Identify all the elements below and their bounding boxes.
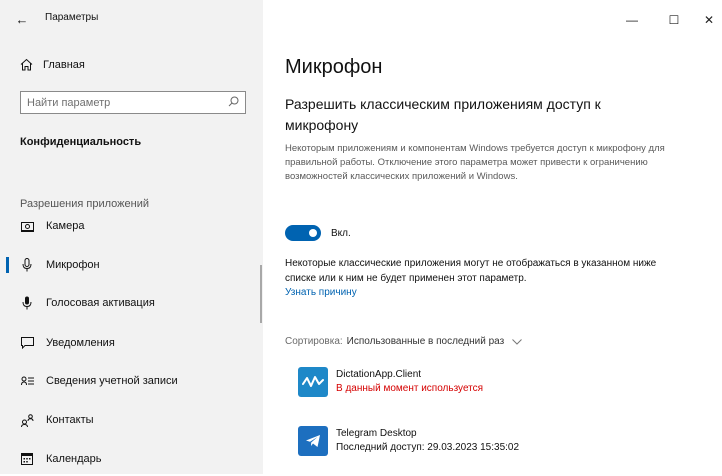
sidebar-item-label: Микрофон bbox=[46, 259, 100, 271]
close-button[interactable]: ✕ bbox=[694, 10, 722, 30]
telegram-icon bbox=[298, 426, 328, 456]
minimize-button[interactable]: — bbox=[617, 10, 647, 30]
page-title: Микрофон bbox=[285, 56, 383, 78]
chevron-down-icon bbox=[512, 337, 523, 347]
search-icon bbox=[228, 96, 239, 110]
microphone-icon bbox=[20, 258, 34, 272]
sidebar-item-camera[interactable]: Камера bbox=[0, 209, 263, 243]
app-name: Telegram Desktop bbox=[336, 428, 417, 439]
sidebar-item-label: Календарь bbox=[46, 453, 102, 465]
section-subheading: Разрешить классическим приложениям досту… bbox=[285, 96, 601, 133]
maximize-button[interactable]: ☐ bbox=[659, 10, 689, 30]
sort-value: Использованные в последний раз bbox=[346, 336, 505, 347]
sidebar-item-label: Камера bbox=[46, 220, 85, 232]
calendar-icon bbox=[20, 452, 34, 466]
home-icon bbox=[20, 58, 33, 71]
sidebar-item-account-info[interactable]: Сведения учетной записи bbox=[0, 364, 263, 398]
account-info-icon bbox=[20, 374, 34, 388]
window-title: Параметры bbox=[45, 12, 99, 23]
back-arrow-icon[interactable]: ← bbox=[8, 10, 36, 30]
section-description: Некоторым приложениям и компонентам Wind… bbox=[285, 143, 665, 182]
sidebar-scrollbar[interactable] bbox=[260, 265, 262, 323]
voice-activation-icon bbox=[20, 296, 34, 310]
search-input[interactable]: Найти параметр bbox=[20, 91, 246, 114]
sidebar-item-microphone[interactable]: Микрофон bbox=[0, 248, 263, 282]
toggle-label: Вкл. bbox=[331, 227, 351, 239]
access-toggle-row: Вкл. bbox=[285, 225, 351, 241]
contacts-icon bbox=[20, 413, 34, 427]
camera-icon bbox=[20, 219, 34, 233]
app-list-item: Telegram Desktop Последний доступ: 29.03… bbox=[298, 426, 519, 456]
app-status: Последний доступ: 29.03.2023 15:35:02 bbox=[336, 442, 520, 453]
notifications-icon bbox=[20, 336, 34, 350]
dictation-app-icon bbox=[298, 367, 328, 397]
sidebar-item-calendar[interactable]: Календарь bbox=[0, 442, 263, 476]
sort-dropdown[interactable]: Сортировка: Использованные в последний р… bbox=[285, 336, 523, 347]
learn-more-link[interactable]: Узнать причину bbox=[285, 287, 357, 298]
info-note: Некоторые классические приложения могут … bbox=[285, 258, 657, 284]
sidebar-item-label: Сведения учетной записи bbox=[46, 375, 178, 387]
sidebar-item-label: Голосовая активация bbox=[46, 297, 155, 309]
main-content: — ☐ ✕ Микрофон Разрешить классическим пр… bbox=[263, 0, 722, 474]
app-name: DictationApp.Client bbox=[336, 369, 422, 380]
section-title: Конфиденциальность bbox=[20, 136, 142, 148]
search-placeholder: Найти параметр bbox=[27, 96, 111, 109]
sidebar-item-contacts[interactable]: Контакты bbox=[0, 403, 263, 437]
app-list-item: DictationApp.Client В данный момент испо… bbox=[298, 367, 483, 397]
sidebar-item-label: Контакты bbox=[46, 414, 94, 426]
sidebar: ← Параметры Главная Найти параметр Конфи… bbox=[0, 0, 263, 474]
sidebar-item-voice-activation[interactable]: Голосовая активация bbox=[0, 286, 263, 320]
app-status: В данный момент используется bbox=[336, 383, 484, 394]
access-toggle[interactable] bbox=[285, 225, 321, 241]
sort-label: Сортировка: bbox=[285, 336, 343, 347]
sidebar-item-label: Уведомления bbox=[46, 337, 115, 349]
toggle-knob bbox=[309, 229, 317, 237]
home-nav-item[interactable]: Главная bbox=[20, 58, 85, 71]
sidebar-item-notifications[interactable]: Уведомления bbox=[0, 326, 263, 360]
home-label: Главная bbox=[43, 58, 85, 71]
